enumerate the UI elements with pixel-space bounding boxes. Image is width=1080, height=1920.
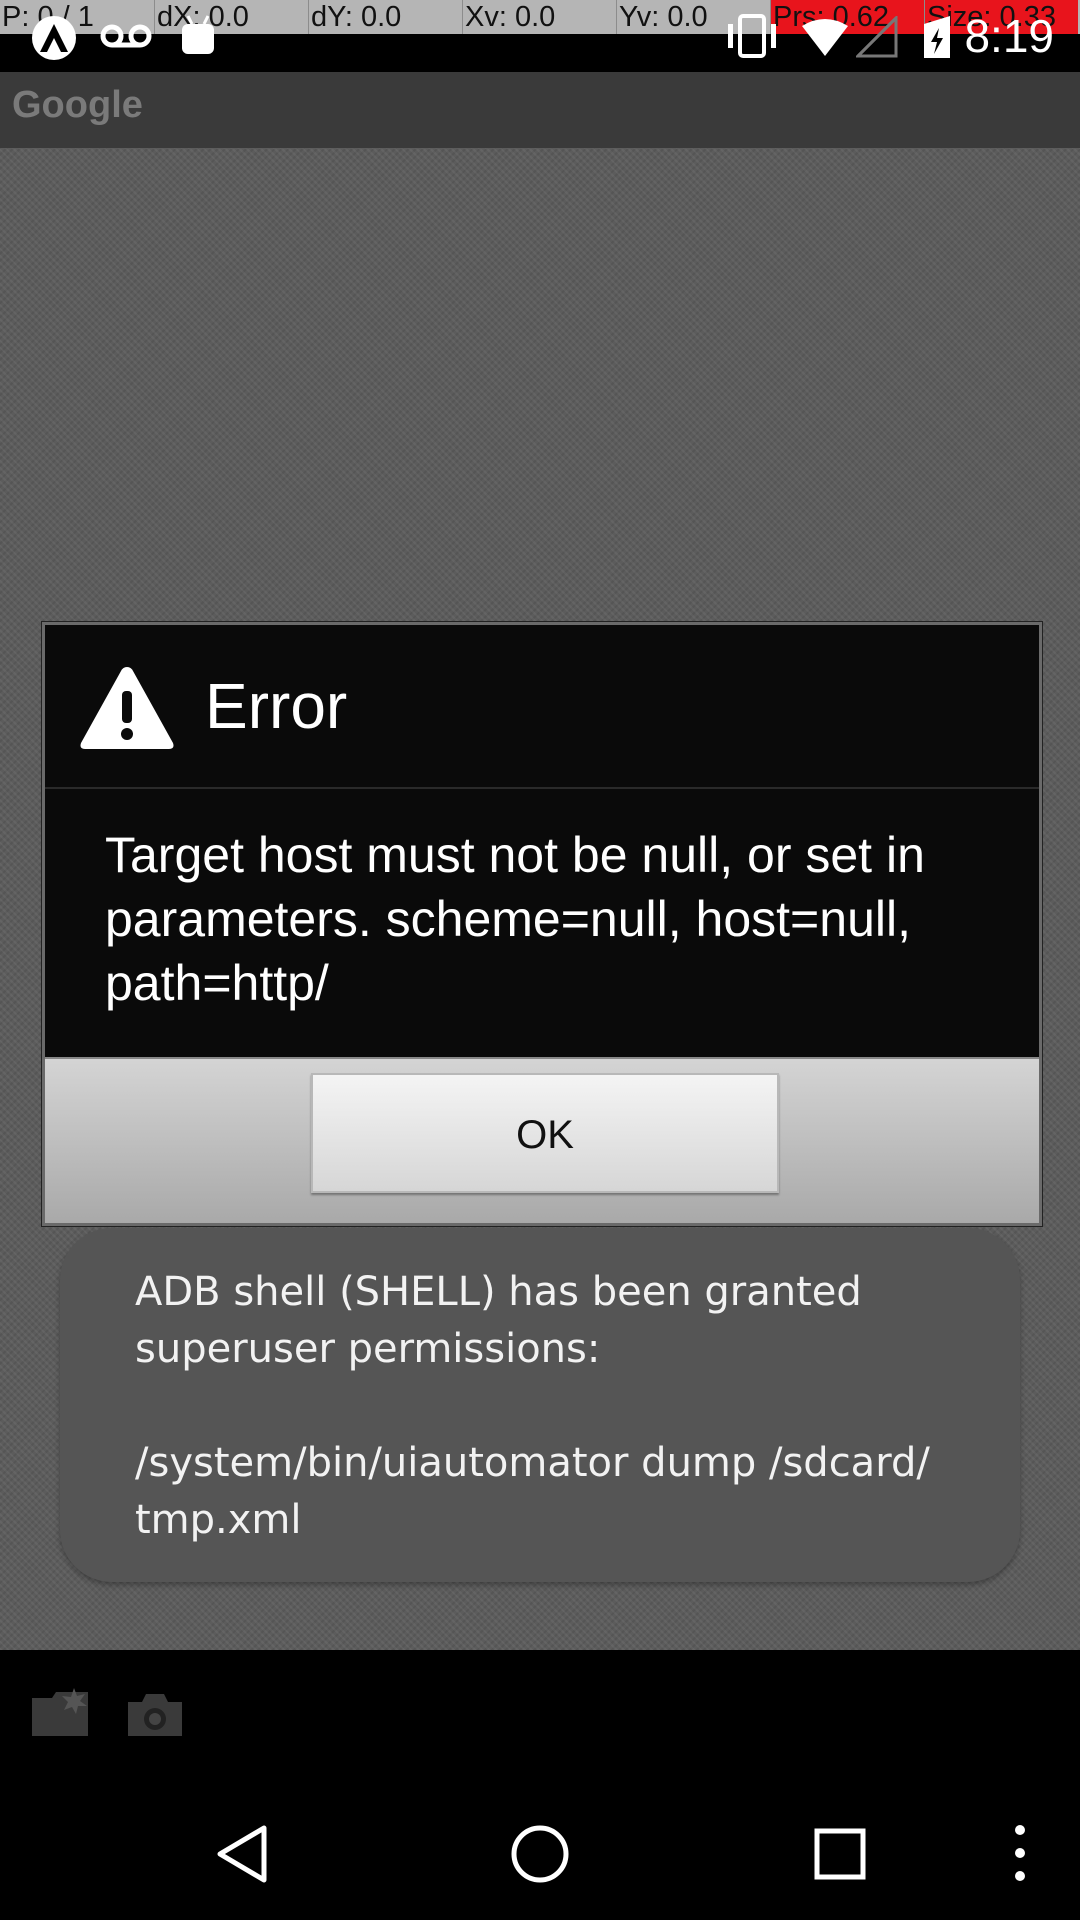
recents-icon[interactable] bbox=[814, 1828, 866, 1880]
debug-yv: Yv: 0.0 bbox=[616, 0, 770, 34]
navigation-bar bbox=[0, 1780, 1080, 1920]
back-icon[interactable] bbox=[214, 1824, 270, 1884]
action-bar: Google bbox=[0, 72, 1080, 150]
bottom-app-bar bbox=[0, 1650, 1080, 1780]
warning-icon bbox=[80, 667, 174, 749]
folder-icon[interactable] bbox=[30, 1686, 92, 1740]
debug-xv: Xv: 0.0 bbox=[462, 0, 616, 34]
superuser-toast: ADB shell (SHELL) has been granted super… bbox=[60, 1228, 1020, 1582]
camera-icon[interactable] bbox=[126, 1692, 184, 1738]
dialog-title: Error bbox=[205, 670, 348, 742]
overflow-menu-icon[interactable] bbox=[1010, 1822, 1030, 1884]
status-bar-background bbox=[0, 34, 1080, 72]
dialog-button-bar: OK bbox=[45, 1057, 1039, 1223]
pointer-location-bar: P: 0 / 1 dX: 0.0 dY: 0.0 Xv: 0.0 Yv: 0.0… bbox=[0, 0, 1080, 34]
debug-pressure: Prs: 0.62 bbox=[770, 0, 924, 34]
toast-message: ADB shell (SHELL) has been granted super… bbox=[135, 1269, 930, 1543]
home-icon[interactable] bbox=[510, 1824, 570, 1884]
app-title: Google bbox=[12, 84, 143, 126]
ok-button[interactable]: OK bbox=[311, 1073, 779, 1193]
dialog-header: Error bbox=[45, 625, 1039, 789]
debug-pointer-count: P: 0 / 1 bbox=[2, 1, 94, 33]
error-dialog: Error Target host must not be null, or s… bbox=[42, 622, 1042, 1226]
debug-size: Size: 0.33 bbox=[924, 0, 1078, 34]
debug-dy: dY: 0.0 bbox=[308, 0, 462, 34]
dialog-message: Target host must not be null, or set in … bbox=[105, 827, 925, 1011]
debug-dx: dX: 0.0 bbox=[154, 0, 308, 34]
